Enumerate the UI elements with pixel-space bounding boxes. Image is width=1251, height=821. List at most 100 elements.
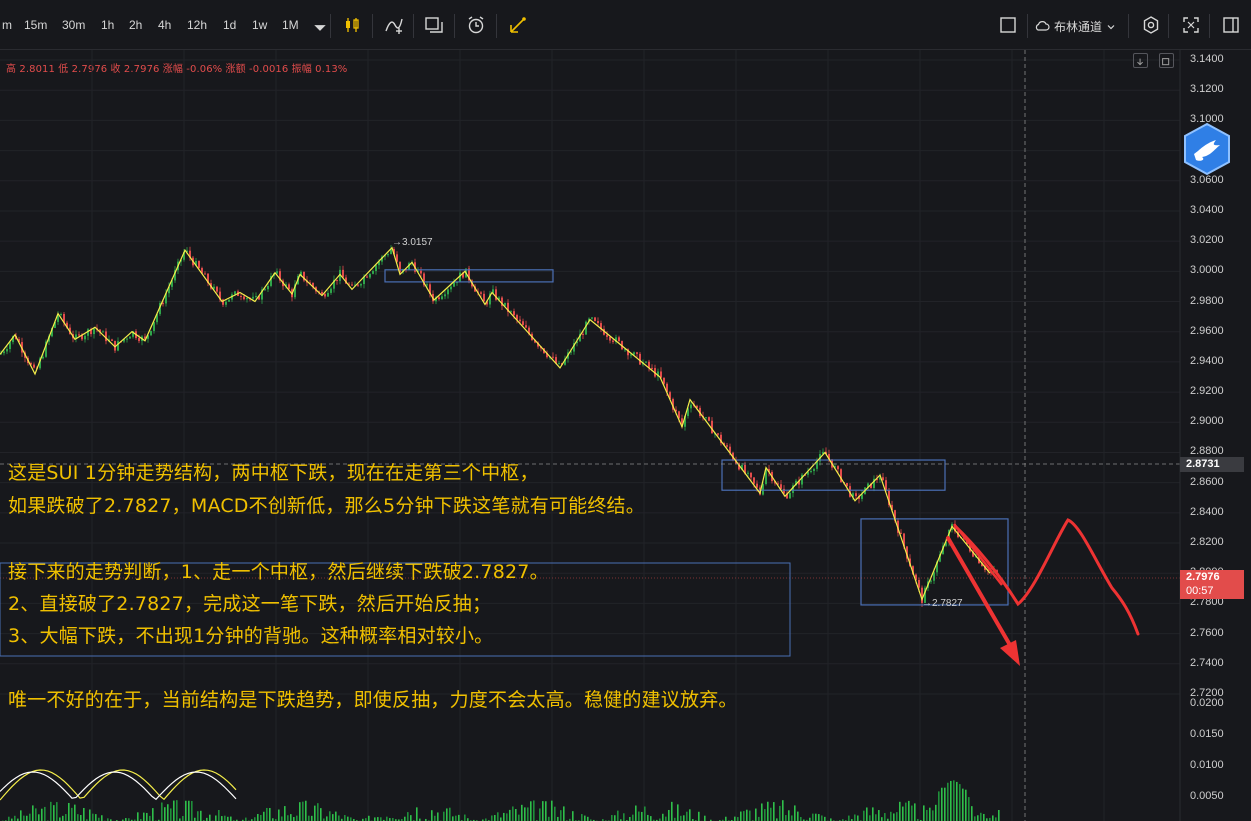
candle-body	[351, 284, 353, 286]
candle-body	[597, 321, 599, 324]
drawn-forecast-curve	[953, 518, 1140, 636]
macd-histogram-bar	[215, 815, 217, 821]
candle-body	[450, 286, 452, 290]
macd-histogram-bar	[257, 813, 259, 821]
macd-histogram-bar	[407, 812, 409, 821]
candle-body	[84, 335, 86, 340]
macd-axis-label: 0.0050	[1190, 790, 1224, 802]
candle-body	[324, 294, 326, 297]
candle-body	[228, 299, 230, 302]
axis-settings-button[interactable]	[1159, 53, 1174, 68]
macd-histogram-bar	[686, 811, 688, 821]
macd-histogram-bar	[740, 811, 742, 821]
fullscreen-box-icon[interactable]	[998, 15, 1018, 35]
macd-histogram-bar	[101, 815, 103, 821]
macd-histogram-bar	[509, 809, 511, 821]
macd-histogram-bar	[647, 814, 649, 821]
timeframe-1m[interactable]: m	[2, 18, 12, 32]
zigzag-line	[0, 246, 991, 602]
candle-body	[747, 472, 749, 474]
macd-histogram-bar	[977, 815, 979, 821]
candle-body	[336, 279, 338, 281]
macd-histogram-bar	[572, 811, 574, 821]
macd-histogram-bar	[737, 817, 739, 821]
macd-histogram-bar	[182, 816, 184, 821]
candle-body	[708, 417, 710, 421]
macd-histogram-bar	[935, 804, 937, 821]
macd-histogram-bar	[299, 802, 301, 821]
macd-histogram-bar	[764, 809, 766, 821]
axis-download-button[interactable]	[1133, 53, 1148, 68]
layout-icon[interactable]	[424, 15, 444, 35]
annotation-line-4: 2、直接破了2.7827，完成这一笔下跌，然后开始反抽；	[8, 593, 492, 615]
price-axis-label: 2.9600	[1190, 324, 1224, 337]
indicator-icon[interactable]	[384, 15, 404, 35]
macd-histogram-bar	[95, 814, 97, 821]
price-axis-label: 2.8400	[1190, 505, 1224, 518]
timeframe-15m[interactable]: 15m	[24, 18, 47, 32]
draw-tool-icon[interactable]	[508, 15, 528, 35]
candle-body	[225, 301, 227, 305]
macd-histogram-bar	[143, 812, 145, 821]
candle-body	[240, 295, 242, 297]
macd-histogram-bar	[56, 802, 58, 821]
macd-histogram-bar	[881, 817, 883, 821]
timeframe-1h[interactable]: 1h	[101, 18, 114, 32]
candle-body	[150, 330, 152, 336]
macd-histogram-bar	[863, 810, 865, 821]
macd-histogram-bar	[437, 812, 439, 821]
macd-histogram-bar	[947, 782, 949, 821]
side-panel-icon[interactable]	[1221, 15, 1241, 35]
timeframe-30m[interactable]: 30m	[62, 18, 85, 32]
candle-body	[594, 317, 596, 322]
macd-histogram-bar	[185, 800, 187, 821]
macd-histogram-bar	[290, 814, 292, 821]
timeframe-1d[interactable]: 1d	[223, 18, 236, 32]
low-marker: →2.7827	[922, 598, 963, 609]
timeframe-2h[interactable]: 2h	[129, 18, 142, 32]
macd-histogram-bar	[773, 802, 775, 821]
macd-histogram-bar	[458, 814, 460, 821]
timeframe-dropdown-icon[interactable]	[310, 18, 326, 32]
candle-body	[651, 367, 653, 369]
macd-histogram-bar	[287, 815, 289, 821]
macd-histogram-bar	[941, 787, 943, 821]
macd-histogram-bar	[779, 805, 781, 821]
macd-histogram-bar	[938, 791, 940, 821]
timeframe-12h[interactable]: 12h	[187, 18, 207, 32]
macd-histogram-bar	[761, 803, 763, 821]
macd-histogram-bar	[500, 817, 502, 821]
timeframe-1w[interactable]: 1w	[252, 18, 267, 32]
macd-histogram-bar	[629, 816, 631, 821]
price-axis-label: 2.7600	[1190, 626, 1224, 639]
macd-histogram-bar	[665, 816, 667, 821]
candle-body	[420, 270, 422, 274]
macd-histogram-bar	[167, 804, 169, 821]
candle-type-icon[interactable]	[342, 15, 362, 35]
candle-body	[321, 291, 323, 295]
candle-body	[198, 261, 200, 269]
macd-histogram-bar	[449, 807, 451, 821]
channel-selector[interactable]: 布林通道	[1034, 15, 1116, 37]
candle-body	[591, 317, 593, 319]
timeframe-4h[interactable]: 4h	[158, 18, 171, 32]
candle-body	[360, 284, 362, 286]
bird-logo-icon[interactable]	[1180, 122, 1234, 176]
cloud-icon	[1034, 19, 1050, 33]
settings-gear-icon[interactable]	[1141, 15, 1161, 35]
timeframe-1M[interactable]: 1M	[282, 18, 299, 32]
candle-body	[276, 271, 278, 274]
macd-histogram-bar	[914, 803, 916, 821]
candle-body	[633, 352, 635, 355]
macd-histogram-bar	[515, 808, 517, 821]
macd-histogram-bar	[623, 813, 625, 821]
candle-body	[519, 319, 521, 322]
expand-icon[interactable]	[1181, 15, 1201, 35]
macd-histogram-bar	[650, 816, 652, 821]
alert-clock-icon[interactable]	[466, 15, 486, 35]
candle-body	[846, 482, 848, 487]
macd-histogram-bar	[137, 812, 139, 821]
chevron-down-icon	[1106, 21, 1116, 31]
candle-body	[453, 282, 455, 287]
macd-histogram-bar	[857, 815, 859, 821]
